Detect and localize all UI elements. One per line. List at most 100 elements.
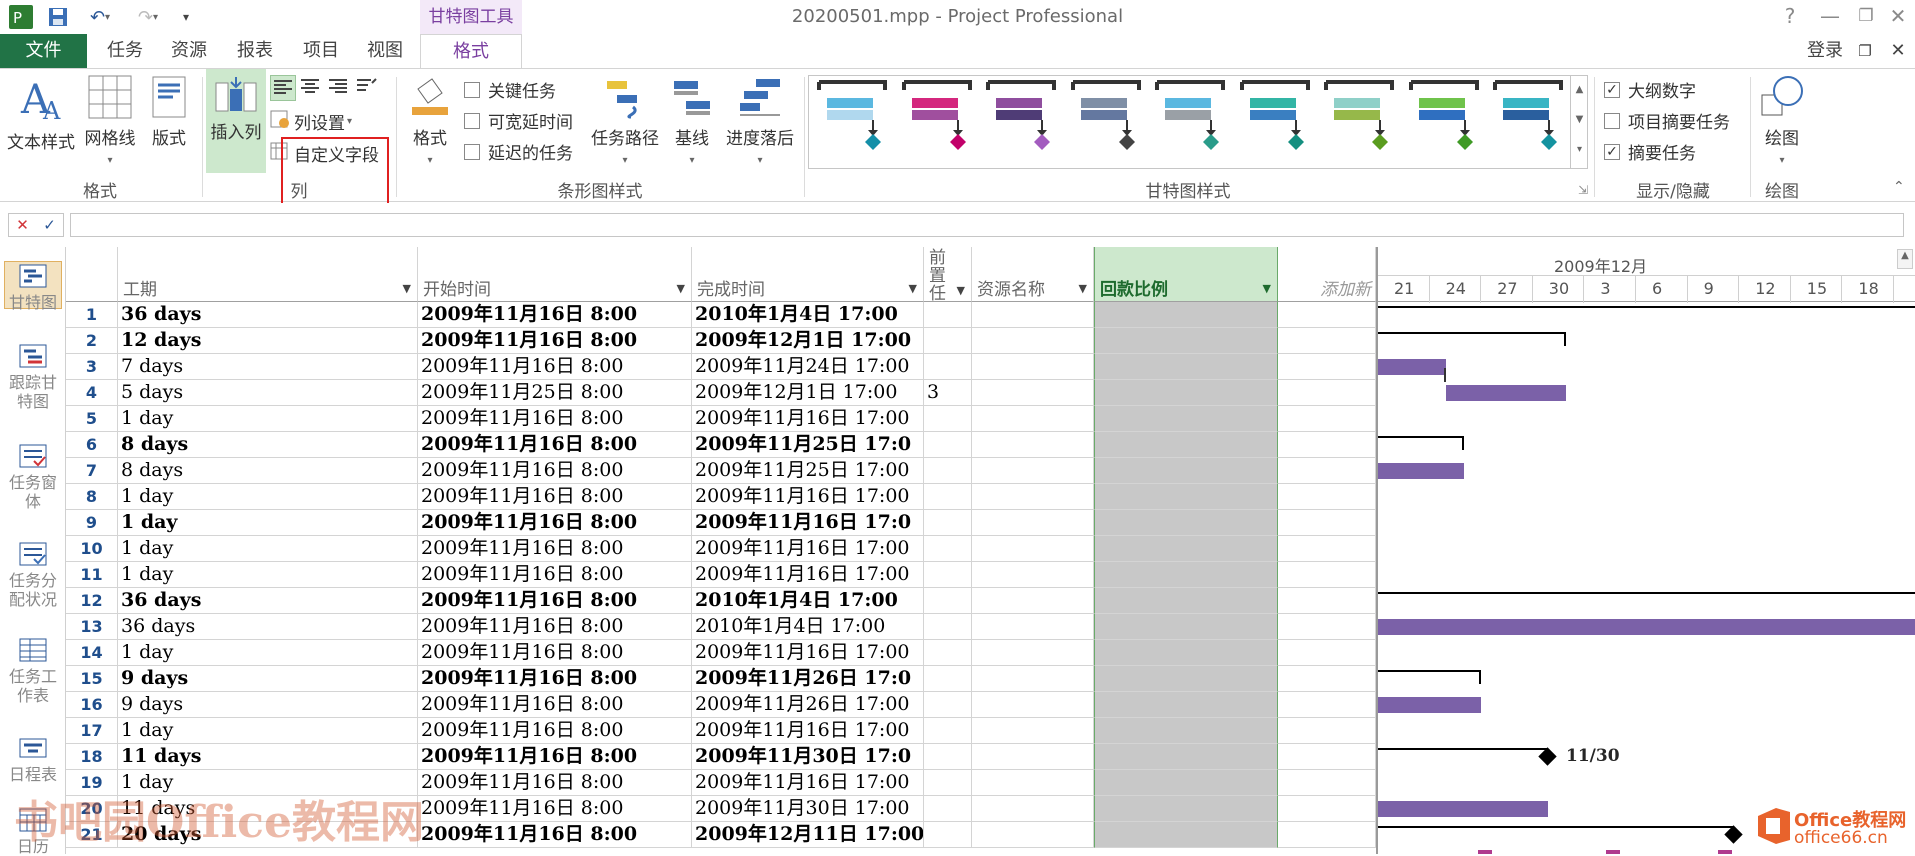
table-row[interactable]: 51 day 2009年11月16日 8:00 2009年11月16日 17:00 [66, 406, 1376, 432]
task-bar[interactable] [1378, 359, 1446, 375]
add-new-cell[interactable] [1278, 614, 1376, 640]
filter-arrow-icon[interactable]: ▼ [909, 282, 917, 295]
undo-icon[interactable]: ↶ ▾ [80, 3, 120, 31]
task-id-cell[interactable]: 10 [66, 536, 118, 562]
add-new-cell[interactable] [1278, 380, 1376, 406]
task-path-button[interactable]: 任务路径 ▾ [586, 75, 664, 171]
add-new-cell[interactable] [1278, 666, 1376, 692]
task-id-cell[interactable]: 12 [66, 588, 118, 614]
resource-cell[interactable] [972, 302, 1094, 328]
add-new-cell[interactable] [1278, 484, 1376, 510]
finish-cell[interactable]: 2009年11月30日 17:0 [692, 744, 924, 770]
start-cell[interactable]: 2009年11月16日 8:00 [418, 640, 692, 666]
layout-button[interactable]: 版式 [144, 75, 194, 150]
resource-cell[interactable] [972, 692, 1094, 718]
resource-cell[interactable] [972, 744, 1094, 770]
baseline-button[interactable]: 基线 ▾ [666, 75, 718, 171]
dialog-launcher-icon[interactable]: ⇲ [1578, 183, 1588, 197]
payment-ratio-cell[interactable] [1094, 666, 1278, 692]
payment-ratio-cell[interactable] [1094, 692, 1278, 718]
summary-bar[interactable] [1378, 748, 1548, 750]
gantt-style-thumbnail[interactable] [1493, 80, 1567, 164]
summary-bar[interactable] [1378, 592, 1915, 594]
task-bar[interactable] [1718, 850, 1732, 854]
column-settings-button[interactable]: 列设置 ▾ [270, 109, 352, 134]
task-id-cell[interactable]: 6 [66, 432, 118, 458]
task-id-cell[interactable]: 4 [66, 380, 118, 406]
predecessors-cell[interactable] [924, 614, 972, 640]
table-row[interactable]: 12 36 days 2009年11月16日 8:00 2010年1月4日 17:00 [66, 588, 1376, 614]
resource-cell[interactable] [972, 380, 1094, 406]
table-row[interactable]: 1 36 days 2009年11月16日 8:00 2010年1月4日 17:00 [66, 302, 1376, 328]
start-cell[interactable]: 2009年11月16日 8:00 [418, 588, 692, 614]
filter-arrow-icon[interactable]: ▼ [1263, 282, 1271, 295]
gantt-style-thumbnail[interactable] [901, 80, 976, 164]
start-cell[interactable]: 2009年11月16日 8:00 [418, 770, 692, 796]
duration-cell[interactable]: 9 days [118, 692, 418, 718]
resource-cell[interactable] [972, 666, 1094, 692]
predecessors-cell[interactable] [924, 302, 972, 328]
entry-input[interactable] [70, 213, 1904, 237]
predecessors-cell[interactable] [924, 692, 972, 718]
col-header-duration[interactable]: 工期 ▼ [118, 247, 418, 302]
task-id-cell[interactable]: 2 [66, 328, 118, 354]
finish-cell[interactable]: 2009年11月16日 17:00 [692, 536, 924, 562]
payment-ratio-cell[interactable] [1094, 614, 1278, 640]
predecessors-cell[interactable] [924, 432, 972, 458]
save-icon[interactable] [44, 3, 72, 31]
start-cell[interactable]: 2009年11月16日 8:00 [418, 562, 692, 588]
add-new-cell[interactable] [1278, 744, 1376, 770]
resource-cell[interactable] [972, 328, 1094, 354]
table-row[interactable]: 16 9 days 2009年11月16日 8:00 2009年11月26日 17:0… [66, 692, 1376, 718]
finish-cell[interactable]: 2009年11月30日 17:00 [692, 796, 924, 822]
finish-cell[interactable]: 2009年11月24日 17:00 [692, 354, 924, 380]
duration-cell[interactable]: 1 day [118, 406, 418, 432]
table-row[interactable]: 78 days 2009年11月16日 8:00 2009年11月25日 17:00 [66, 458, 1376, 484]
gantt-style-thumbnail[interactable] [1239, 80, 1314, 164]
payment-ratio-cell[interactable] [1094, 640, 1278, 666]
start-cell[interactable]: 2009年11月16日 8:00 [418, 354, 692, 380]
task-id-cell[interactable]: 9 [66, 510, 118, 536]
payment-ratio-cell[interactable] [1094, 588, 1278, 614]
bar-format-button[interactable]: 格式 ▾ [404, 75, 456, 171]
start-cell[interactable]: 2009年11月16日 8:00 [418, 536, 692, 562]
duration-cell[interactable]: 7 days [118, 354, 418, 380]
predecessors-cell[interactable] [924, 484, 972, 510]
finish-cell[interactable]: 2009年11月16日 17:00 [692, 770, 924, 796]
task-id-cell[interactable]: 1 [66, 302, 118, 328]
add-new-cell[interactable] [1278, 718, 1376, 744]
resource-cell[interactable] [972, 562, 1094, 588]
task-id-cell[interactable]: 18 [66, 744, 118, 770]
start-cell[interactable]: 2009年11月16日 8:00 [418, 796, 692, 822]
cancel-entry-icon[interactable]: ✕ [16, 216, 29, 234]
duration-cell[interactable]: 1 day [118, 484, 418, 510]
finish-cell[interactable]: 2009年11月16日 17:00 [692, 718, 924, 744]
payment-ratio-cell[interactable] [1094, 354, 1278, 380]
resource-cell[interactable] [972, 614, 1094, 640]
add-new-cell[interactable] [1278, 458, 1376, 484]
minimize-icon[interactable]: — [1812, 0, 1848, 34]
tab-view[interactable]: 视图 [360, 34, 410, 68]
gantt-style-thumbnail[interactable] [1155, 80, 1229, 164]
predecessors-cell[interactable] [924, 458, 972, 484]
task-id-cell[interactable]: 5 [66, 406, 118, 432]
duration-cell[interactable]: 5 days [118, 380, 418, 406]
add-new-cell[interactable] [1278, 302, 1376, 328]
gantt-style-thumbnail[interactable] [817, 80, 891, 164]
col-header-start[interactable]: 开始时间 ▼ [418, 247, 692, 302]
payment-ratio-cell[interactable] [1094, 510, 1278, 536]
filter-arrow-icon[interactable]: ▼ [957, 282, 965, 300]
payment-ratio-cell[interactable] [1094, 432, 1278, 458]
payment-ratio-cell[interactable] [1094, 796, 1278, 822]
login-link[interactable]: 登录 [1800, 34, 1850, 68]
add-new-cell[interactable] [1278, 770, 1376, 796]
start-cell[interactable]: 2009年11月16日 8:00 [418, 406, 692, 432]
redo-icon[interactable]: ↷ ▾ [128, 3, 168, 31]
finish-cell[interactable]: 2009年11月16日 17:00 [692, 484, 924, 510]
slack-checkbox[interactable]: 可宽延时间 [464, 108, 573, 133]
add-new-cell[interactable] [1278, 692, 1376, 718]
gantt-style-thumbnail[interactable] [1324, 80, 1398, 164]
predecessors-cell[interactable] [924, 354, 972, 380]
task-id-cell[interactable]: 3 [66, 354, 118, 380]
summary-bar[interactable] [1378, 826, 1734, 828]
